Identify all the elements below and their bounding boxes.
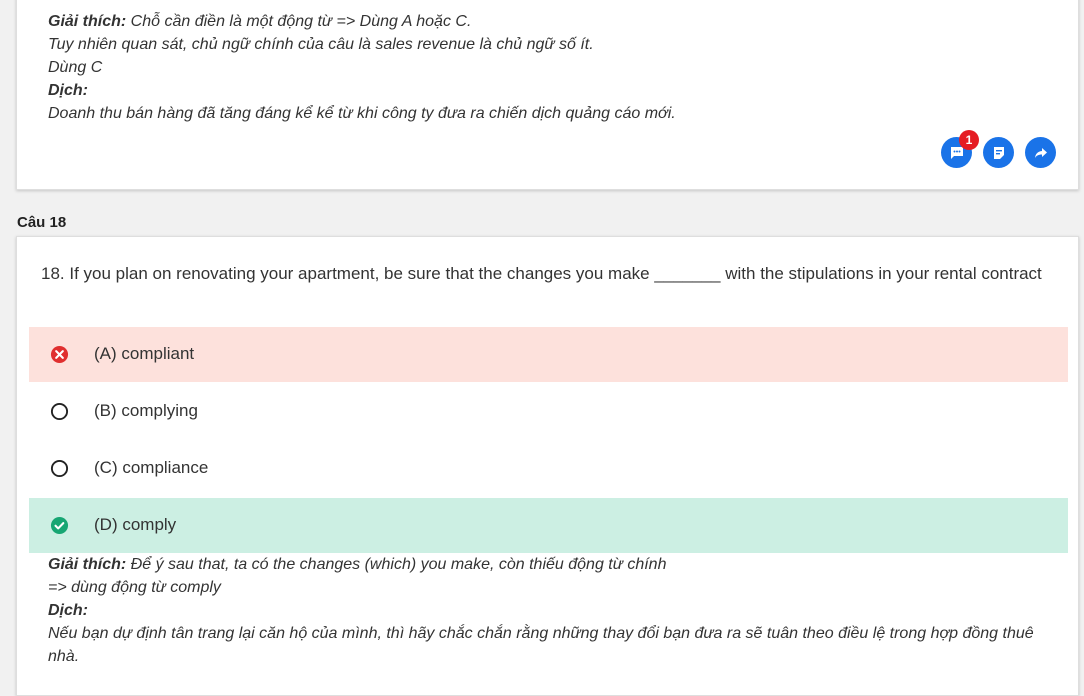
share-icon bbox=[1034, 147, 1047, 158]
wrong-answer-icon bbox=[50, 345, 69, 364]
previous-explanation: Giải thích: Chỗ cần điền là một động từ … bbox=[48, 10, 1058, 125]
previous-question-card: Giải thích: Chỗ cần điền là một động từ … bbox=[16, 0, 1079, 190]
option-a-label: (A) compliant bbox=[94, 344, 195, 363]
option-c-label: (C) compliance bbox=[94, 458, 209, 477]
notification-badge: 1 bbox=[959, 130, 979, 150]
explanation-label: Giải thích: bbox=[48, 13, 127, 30]
explanation-label: Giải thích: bbox=[48, 556, 127, 573]
option-d-label: (D) comply bbox=[94, 515, 177, 534]
explanation-text: Để ý sau that, ta có the changes (which)… bbox=[126, 556, 667, 573]
question-text: 18. If you plan on renovating your apart… bbox=[41, 264, 1042, 283]
note-icon bbox=[993, 146, 1004, 159]
explanation-text-line2: => dùng động từ comply bbox=[48, 579, 221, 596]
radio-unselected-icon bbox=[50, 459, 69, 478]
answer-explanation: Giải thích: Để ý sau that, ta có the cha… bbox=[48, 553, 1058, 668]
share-button[interactable] bbox=[1025, 137, 1056, 168]
question-card: 18. If you plan on renovating your apart… bbox=[16, 236, 1079, 696]
explanation-text: Chỗ cần điền là một động từ => Dùng A ho… bbox=[126, 13, 472, 30]
option-b-label: (B) complying bbox=[94, 401, 198, 420]
translation-text: Doanh thu bán hàng đã tăng đáng kể kể từ… bbox=[48, 105, 676, 122]
option-d[interactable]: (D) comply bbox=[29, 498, 1068, 553]
explanation-text-line2: Tuy nhiên quan sát, chủ ngữ chính của câ… bbox=[48, 36, 594, 53]
question-number-label: Câu 18 bbox=[17, 214, 67, 231]
option-c[interactable]: (C) compliance bbox=[29, 441, 1068, 496]
radio-unselected-icon bbox=[50, 402, 69, 421]
translation-label: Dịch: bbox=[48, 602, 88, 619]
explanation-text-line3: Dùng C bbox=[48, 59, 103, 76]
note-button[interactable] bbox=[983, 137, 1014, 168]
option-a[interactable]: (A) compliant bbox=[29, 327, 1068, 382]
translation-text: Nếu bạn dự định tân trang lại căn hộ của… bbox=[48, 625, 1034, 665]
correct-answer-icon bbox=[50, 516, 69, 535]
option-b[interactable]: (B) complying bbox=[29, 384, 1068, 439]
translation-label: Dịch: bbox=[48, 82, 88, 99]
comment-button[interactable]: 1 bbox=[941, 130, 979, 168]
